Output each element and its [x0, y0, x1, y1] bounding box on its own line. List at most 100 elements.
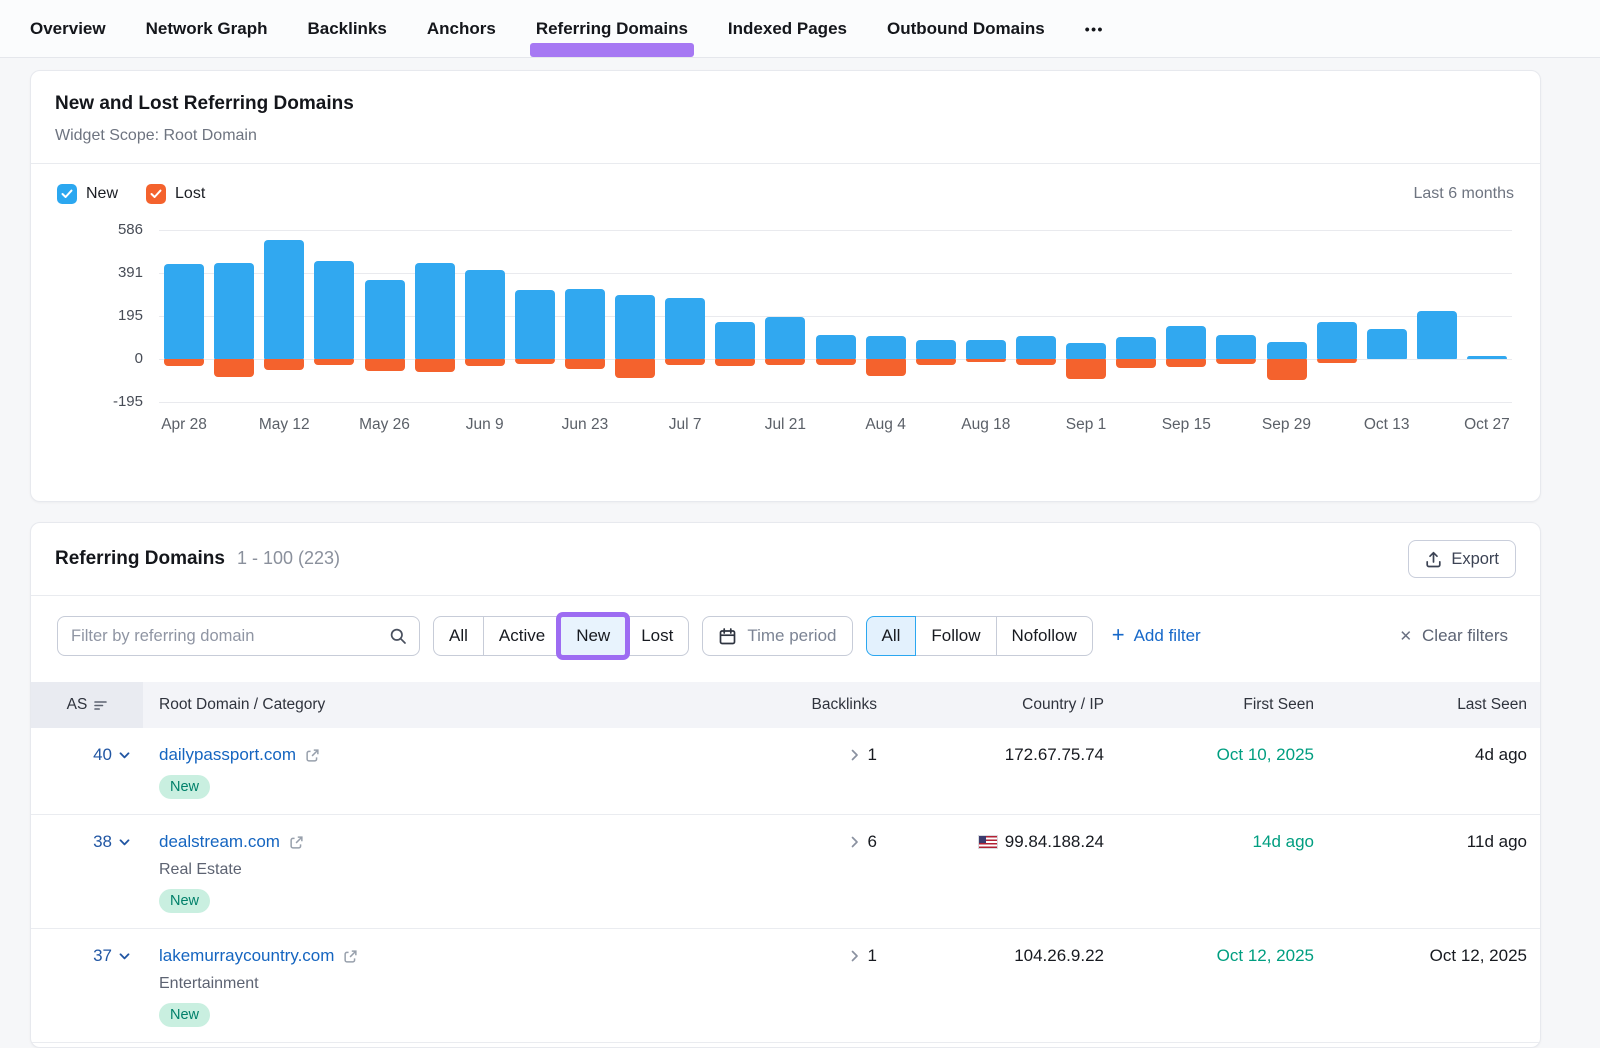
search-button[interactable]	[377, 617, 419, 655]
badge-row: New	[159, 775, 757, 799]
chart-bar-new	[365, 280, 405, 359]
external-link-button[interactable]	[343, 949, 358, 964]
table-row: 37lakemurraycountry.comEntertainmentNew1…	[31, 929, 1540, 1043]
column-header-label: First Seen	[1243, 696, 1314, 714]
chart-bar-lost	[565, 359, 605, 369]
chart-title: New and Lost Referring Domains	[55, 93, 1516, 115]
chart-bar-new	[465, 270, 505, 359]
backlinks-expander[interactable]: 1	[851, 946, 877, 966]
chart-bar-lost	[816, 359, 856, 365]
chart-bar-new	[565, 289, 605, 359]
nav-item-overview[interactable]: Overview	[30, 0, 106, 58]
referring-domains-card: Referring Domains 1 - 100 (223) Export A…	[30, 522, 1541, 1048]
external-link-button[interactable]	[305, 748, 320, 763]
follow-option-nofollow[interactable]: Nofollow	[996, 616, 1093, 656]
status-badge: New	[159, 775, 210, 799]
column-header-label: Root Domain / Category	[159, 696, 325, 714]
chart-bar-new	[816, 335, 856, 359]
follow-option-all[interactable]: All	[866, 616, 917, 656]
backlinks-value: 1	[868, 946, 877, 966]
table-row: 40dailypassport.comNew1172.67.75.74Oct 1…	[31, 728, 1540, 815]
chevron-right-icon	[851, 749, 859, 761]
nav-item-indexed-pages[interactable]: Indexed Pages	[728, 0, 847, 58]
x-axis-label: Aug 4	[841, 416, 931, 434]
y-axis-label: 195	[55, 307, 143, 324]
backlinks-expander[interactable]: 1	[851, 745, 877, 765]
segment-label: All	[449, 626, 468, 646]
time-period-button[interactable]: Time period	[702, 616, 852, 656]
chart-bar-new	[1267, 342, 1307, 359]
nav-item-label: Referring Domains	[536, 19, 688, 39]
nav-item-label: Backlinks	[307, 19, 386, 39]
chart-bar-lost	[715, 359, 755, 366]
chart-legend: NewLost	[57, 184, 233, 204]
domain-filter-input[interactable]	[58, 627, 377, 646]
external-link-icon	[289, 835, 304, 850]
checkbox-lost[interactable]	[146, 184, 166, 204]
as-expander[interactable]: 38	[93, 832, 130, 852]
new-lost-domains-chart: 5863911950-195Apr 28May 12May 26Jun 9Jun…	[55, 230, 1516, 444]
country-ip-cell: 104.26.9.22	[877, 929, 1104, 1042]
chart-gridline	[159, 230, 1512, 231]
table-title-wrap: Referring Domains 1 - 100 (223)	[55, 548, 340, 570]
chart-bar-lost	[214, 359, 254, 377]
badge-row: New	[159, 889, 757, 913]
chart-card: New and Lost Referring Domains Widget Sc…	[30, 70, 1541, 502]
checkbox-new[interactable]	[57, 184, 77, 204]
as-expander[interactable]: 40	[93, 745, 130, 765]
segment-label: Nofollow	[1012, 626, 1077, 646]
clear-filters-button[interactable]: ✕ Clear filters	[1393, 625, 1514, 647]
domain-link-row: lakemurraycountry.com	[159, 946, 757, 966]
column-header-first-seen: First Seen	[1104, 682, 1314, 728]
nav-item-backlinks[interactable]: Backlinks	[307, 0, 386, 58]
us-flag-icon	[979, 836, 997, 848]
nav-item-outbound-domains[interactable]: Outbound Domains	[887, 0, 1045, 58]
external-link-button[interactable]	[289, 835, 304, 850]
chart-bar-new	[916, 340, 956, 359]
chart-bar-new	[615, 295, 655, 359]
as-expander[interactable]: 37	[93, 946, 130, 966]
status-option-lost[interactable]: Lost	[625, 616, 689, 656]
domain-filter-box	[57, 616, 420, 656]
x-axis-label: Sep 1	[1041, 416, 1131, 434]
chevron-right-icon	[851, 950, 859, 962]
x-axis-label: Oct 27	[1442, 416, 1532, 434]
backlinks-expander[interactable]: 6	[851, 832, 877, 852]
domain-link[interactable]: dailypassport.com	[159, 745, 296, 765]
status-option-active[interactable]: Active	[483, 616, 561, 656]
chart-bar-new	[1066, 343, 1106, 359]
ip-value: 99.84.188.24	[1005, 832, 1104, 852]
nav-item-anchors[interactable]: Anchors	[427, 0, 496, 58]
chart-bar-new	[515, 290, 555, 359]
domain-link-row: dealstream.com	[159, 832, 757, 852]
domain-cell: dailypassport.com New	[143, 728, 757, 814]
segment-label: New	[576, 626, 610, 646]
chart-legend-row: NewLost Last 6 months	[31, 164, 1540, 204]
chart-bar-lost	[314, 359, 354, 365]
domain-link[interactable]: lakemurraycountry.com	[159, 946, 334, 966]
chart-bar-lost	[615, 359, 655, 377]
nav-item-label: Indexed Pages	[728, 19, 847, 39]
table-body: 40 dailypassport.com New 1 172.67.75.74 Oct 1…	[31, 728, 1540, 1043]
chart-bar-lost	[1116, 359, 1156, 368]
nav-item-referring-domains[interactable]: Referring Domains	[536, 0, 688, 58]
column-header-country-ip: Country / IP	[877, 682, 1104, 728]
status-badge: New	[159, 889, 210, 913]
chart-bar-new	[1367, 329, 1407, 359]
calendar-icon	[718, 627, 737, 646]
column-header-label: Country / IP	[1022, 696, 1104, 714]
column-header-as[interactable]: AS	[31, 682, 143, 728]
first-seen-value: Oct 12, 2025	[1104, 929, 1314, 1042]
legend-label: Lost	[175, 185, 205, 203]
ip-value: 172.67.75.74	[1005, 745, 1104, 765]
domain-link[interactable]: dealstream.com	[159, 832, 280, 852]
nav-more-button[interactable]: •••	[1085, 0, 1104, 58]
status-option-new[interactable]: New	[560, 616, 626, 656]
nav-item-network-graph[interactable]: Network Graph	[146, 0, 268, 58]
chart-bar-lost	[866, 359, 906, 376]
add-filter-button[interactable]: + Add filter	[1106, 626, 1207, 646]
export-button[interactable]: Export	[1408, 540, 1516, 578]
status-option-all[interactable]: All	[433, 616, 484, 656]
top-navigation: Overview Network Graph Backlinks Anchors Ref…	[0, 0, 1600, 58]
follow-option-follow[interactable]: Follow	[915, 616, 996, 656]
